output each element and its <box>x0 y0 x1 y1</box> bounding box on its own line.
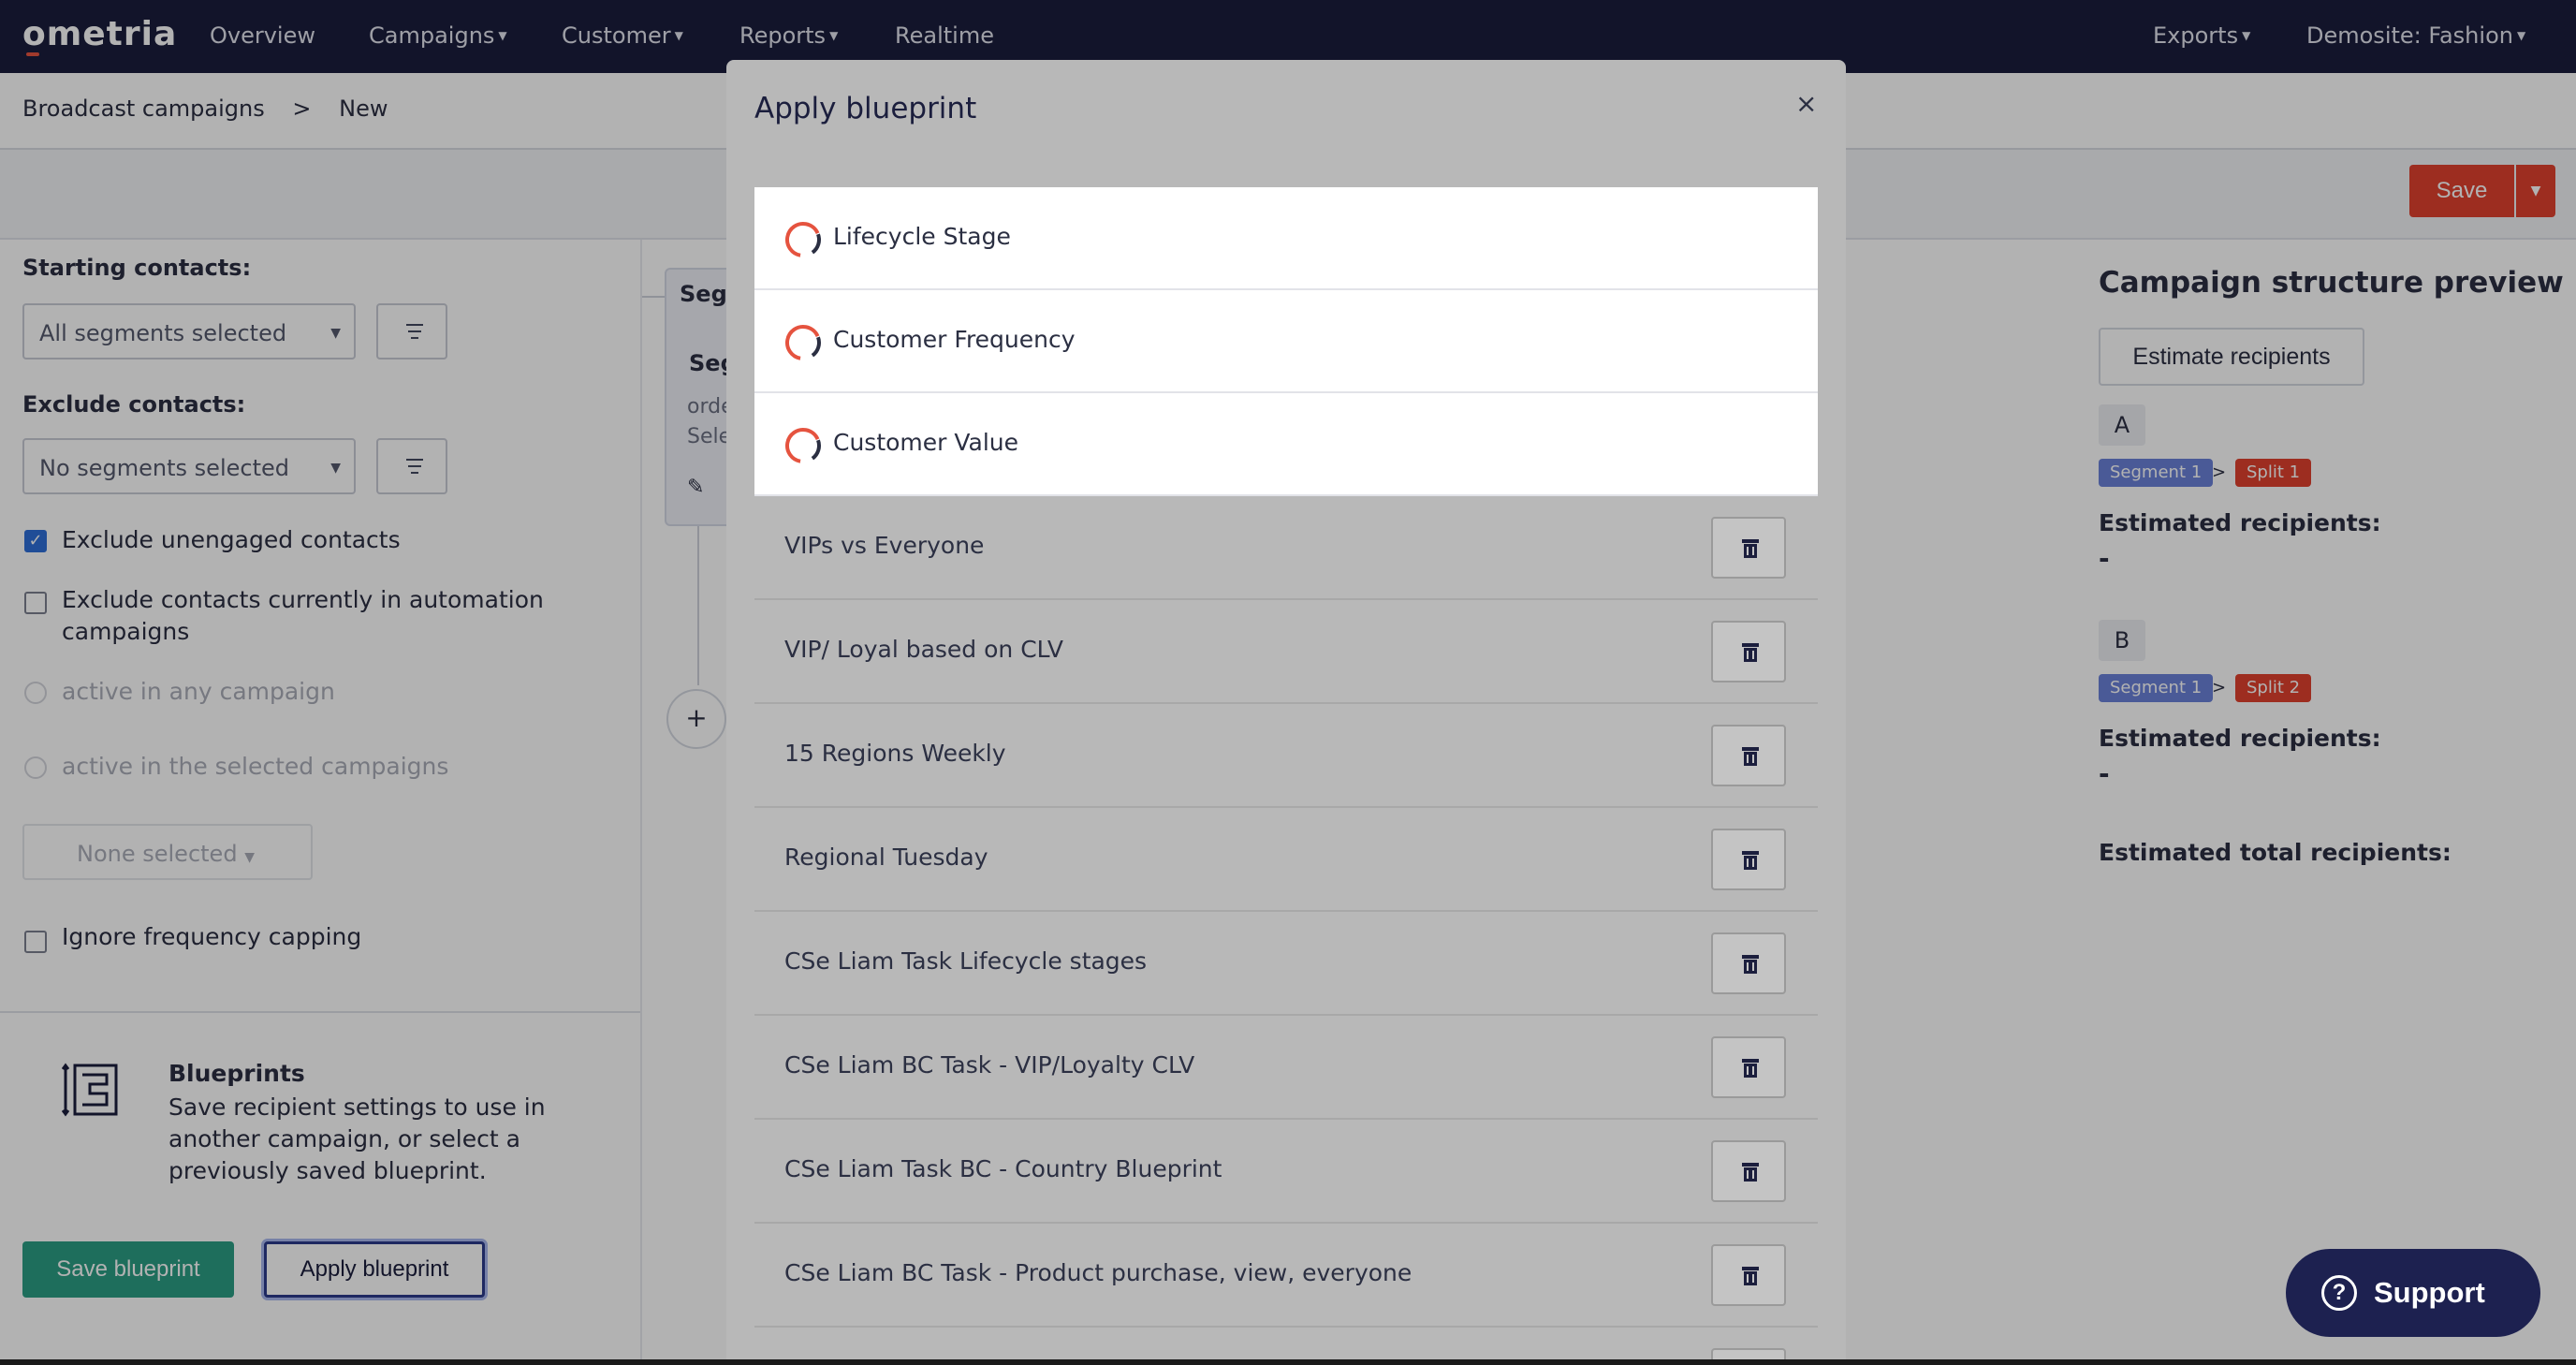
blueprint-name: Customer Frequency <box>833 326 1076 353</box>
close-icon[interactable]: × <box>1795 88 1817 119</box>
trash-icon <box>1742 747 1759 766</box>
trash-icon <box>1742 1163 1759 1182</box>
blueprint-name: CSe Liam Task BC - Country Blueprint <box>784 1155 1222 1182</box>
delete-blueprint-button[interactable] <box>1711 725 1786 786</box>
blueprint-item-default[interactable]: Customer Frequency <box>754 290 1818 393</box>
apply-blueprint-modal: Apply blueprint × Lifecycle Stage Custom… <box>726 60 1846 1365</box>
trash-icon <box>1742 1059 1759 1078</box>
blueprint-name: VIP/ Loyal based on CLV <box>784 636 1063 663</box>
support-label: Support <box>2374 1276 2485 1309</box>
modal-title: Apply blueprint <box>754 92 977 125</box>
trash-icon <box>1742 851 1759 870</box>
blueprint-item-saved[interactable]: VIPs vs Everyone <box>754 496 1818 600</box>
support-button[interactable]: ? Support <box>2286 1249 2540 1337</box>
blueprint-name: VIPs vs Everyone <box>784 532 985 559</box>
blueprint-item-saved[interactable]: VIP/ Loyal based on CLV <box>754 600 1818 704</box>
trash-icon <box>1742 1267 1759 1285</box>
question-icon: ? <box>2321 1275 2357 1311</box>
blueprint-name: CSe Liam BC Task - VIP/Loyalty CLV <box>784 1051 1195 1079</box>
delete-blueprint-button[interactable] <box>1711 1244 1786 1306</box>
blueprint-name: Lifecycle Stage <box>833 223 1011 250</box>
blueprint-item-saved[interactable]: CSe Liam BC Task - VIP/Loyalty CLV <box>754 1016 1818 1120</box>
loading-spinner-icon <box>785 325 821 360</box>
blueprint-item-saved[interactable]: 15 Regions Weekly <box>754 704 1818 808</box>
blueprint-name: CSe Liam Task Lifecycle stages <box>784 947 1148 975</box>
trash-icon <box>1742 955 1759 974</box>
delete-blueprint-button[interactable] <box>1711 517 1786 579</box>
blueprint-item-saved[interactable]: CSe Liam BC Task - Product purchase, vie… <box>754 1224 1818 1328</box>
blueprint-item-default[interactable]: Lifecycle Stage <box>754 187 1818 290</box>
blueprint-item-saved[interactable]: Regional Tuesday <box>754 808 1818 912</box>
delete-blueprint-button[interactable] <box>1711 932 1786 994</box>
blueprint-name: 15 Regions Weekly <box>784 740 1006 767</box>
loading-spinner-icon <box>785 222 821 257</box>
blueprint-item-saved[interactable]: CSe Liam Task Lifecycle stages <box>754 912 1818 1016</box>
blueprint-item-default[interactable]: Customer Value <box>754 393 1818 496</box>
trash-icon <box>1742 539 1759 558</box>
blueprint-name: Regional Tuesday <box>784 844 988 871</box>
delete-blueprint-button[interactable] <box>1711 829 1786 890</box>
delete-blueprint-button[interactable] <box>1711 1036 1786 1098</box>
blueprint-list: Lifecycle Stage Customer Frequency Custo… <box>754 187 1818 1365</box>
modal-header: Apply blueprint × <box>726 60 1846 187</box>
delete-blueprint-button[interactable] <box>1711 621 1786 682</box>
blueprint-name: Customer Value <box>833 429 1019 456</box>
delete-blueprint-button[interactable] <box>1711 1140 1786 1202</box>
window-bottom-edge <box>0 1359 2576 1365</box>
loading-spinner-icon <box>785 428 821 463</box>
trash-icon <box>1742 643 1759 662</box>
blueprint-item-saved[interactable]: CSe Liam Task BC - Country Blueprint <box>754 1120 1818 1224</box>
blueprint-name: CSe Liam BC Task - Product purchase, vie… <box>784 1259 1412 1286</box>
